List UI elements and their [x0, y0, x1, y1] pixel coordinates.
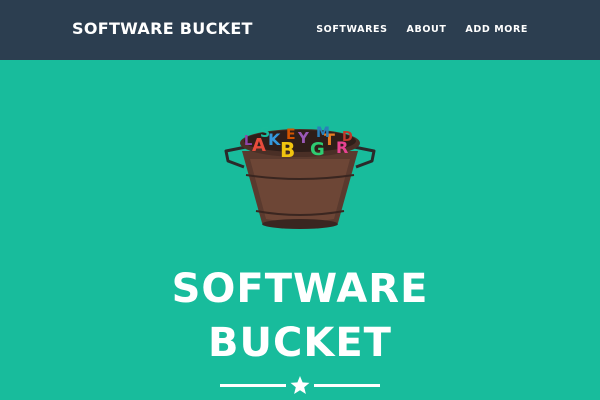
svg-text:E: E [286, 127, 296, 143]
svg-text:D: D [342, 130, 353, 145]
hero-title-line1: SOFTWARE [171, 266, 429, 312]
nav-link-about[interactable]: ABOUT [407, 24, 447, 35]
hero-title: SOFTWARE BUCKET [0, 262, 600, 370]
nav-link-softwares[interactable]: SOFTWARES [316, 24, 387, 35]
nav-link-add-more[interactable]: ADD MORE [465, 24, 528, 35]
nav-links: SOFTWARES ABOUT ADD MORE [316, 24, 528, 35]
hero-title-line2: BUCKET [208, 320, 392, 366]
star-divider [220, 375, 380, 395]
svg-text:M: M [316, 125, 330, 141]
svg-text:S: S [260, 125, 270, 141]
svg-text:L: L [244, 134, 252, 149]
svg-text:G: G [310, 139, 325, 160]
star-icon [290, 376, 310, 394]
svg-text:Y: Y [297, 129, 310, 147]
navbar: SOFTWARE BUCKET SOFTWARES ABOUT ADD MORE [0, 0, 600, 60]
brand-link[interactable]: SOFTWARE BUCKET [72, 19, 253, 38]
bucket-image: A K B Y G T R S E M D L [220, 115, 380, 235]
